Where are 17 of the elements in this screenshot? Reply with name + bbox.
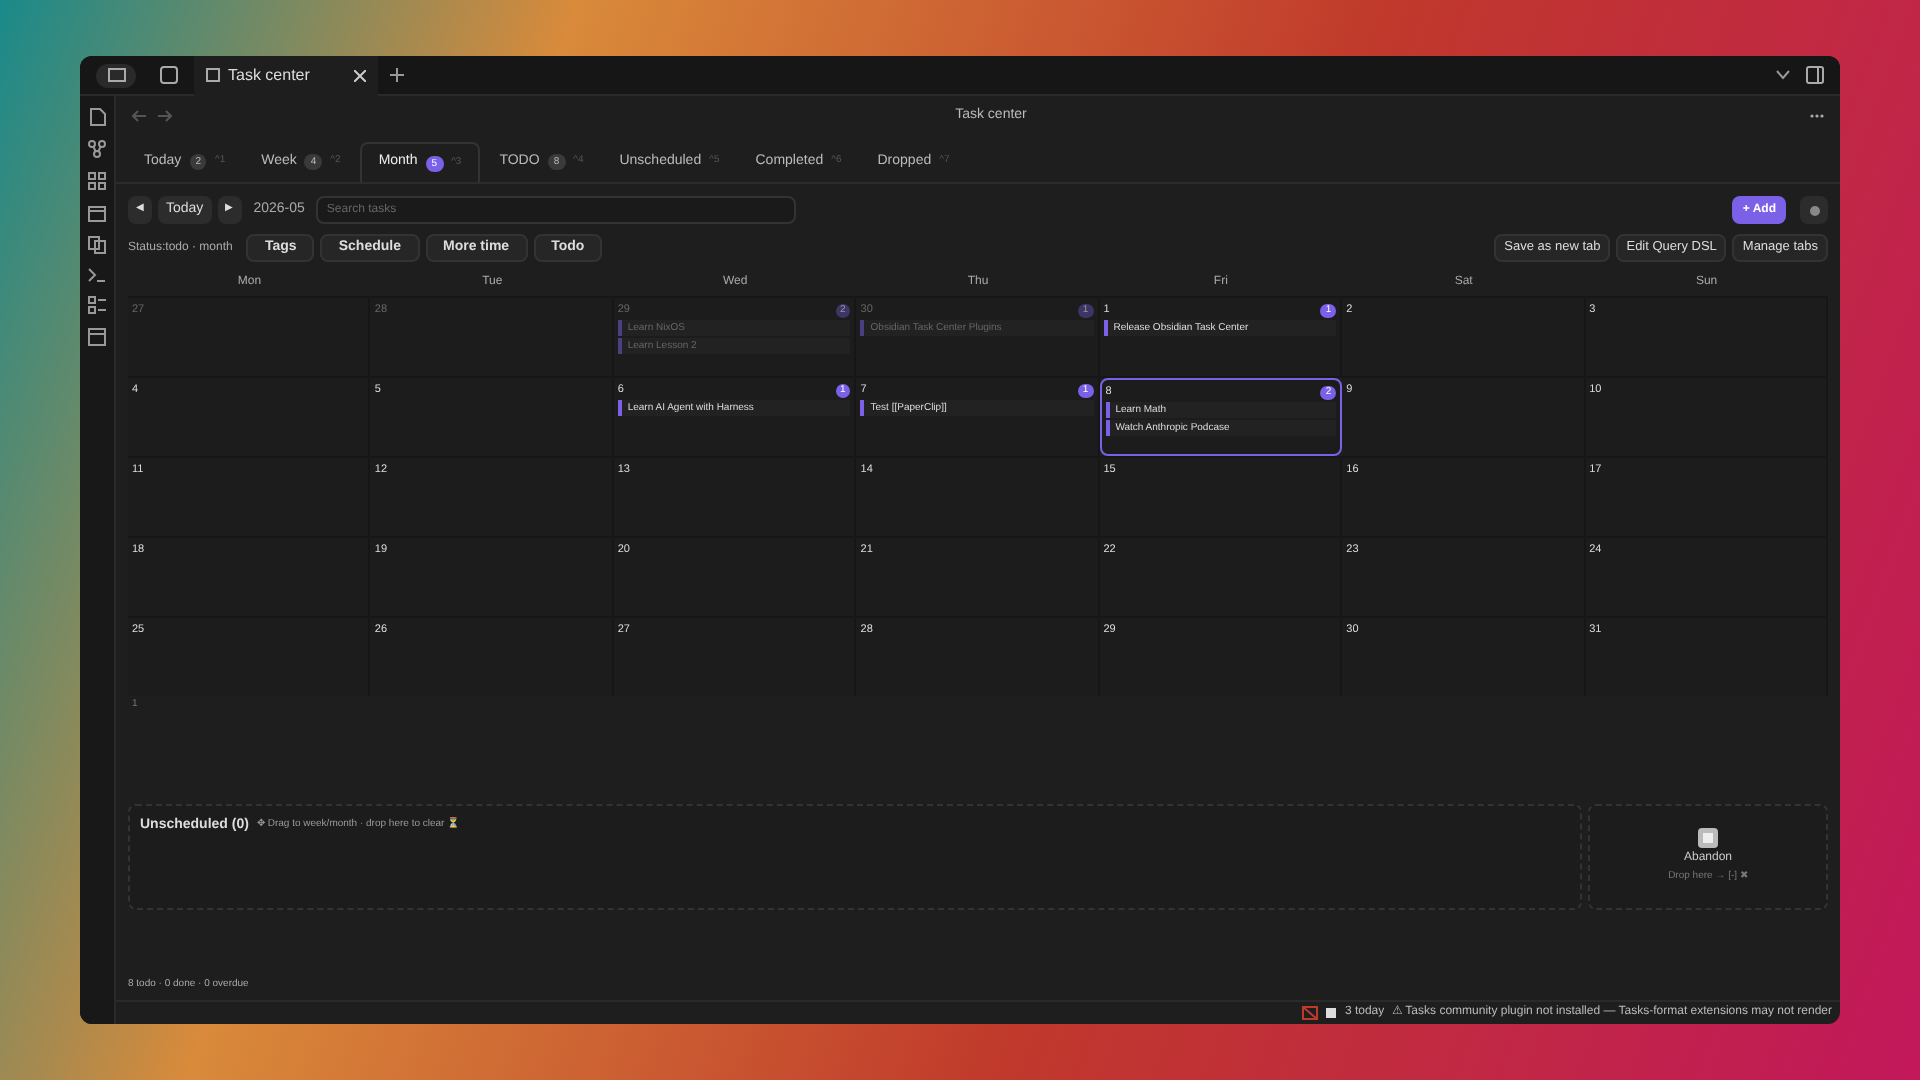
settings-button[interactable]	[1800, 196, 1828, 224]
stop-icon	[1698, 828, 1718, 849]
new-tab-icon[interactable]	[390, 68, 404, 82]
checklist-icon[interactable]	[88, 296, 106, 314]
dot-icon	[1809, 205, 1819, 215]
file-tab[interactable]: Task center	[194, 56, 378, 95]
file-icon[interactable]	[89, 108, 105, 126]
sidebar-toggle-icon[interactable]	[96, 63, 136, 87]
panel-icon[interactable]	[160, 66, 178, 84]
sync-off-icon[interactable]	[1302, 1006, 1319, 1020]
graph-icon[interactable]	[88, 140, 106, 158]
grid-icon[interactable]	[88, 172, 106, 190]
close-icon[interactable]	[354, 69, 366, 81]
chevron-down-icon[interactable]	[1776, 70, 1790, 80]
right-sidebar-icon[interactable]	[1806, 66, 1824, 84]
terminal-icon[interactable]	[88, 268, 106, 282]
copy-icon[interactable]	[88, 236, 106, 254]
